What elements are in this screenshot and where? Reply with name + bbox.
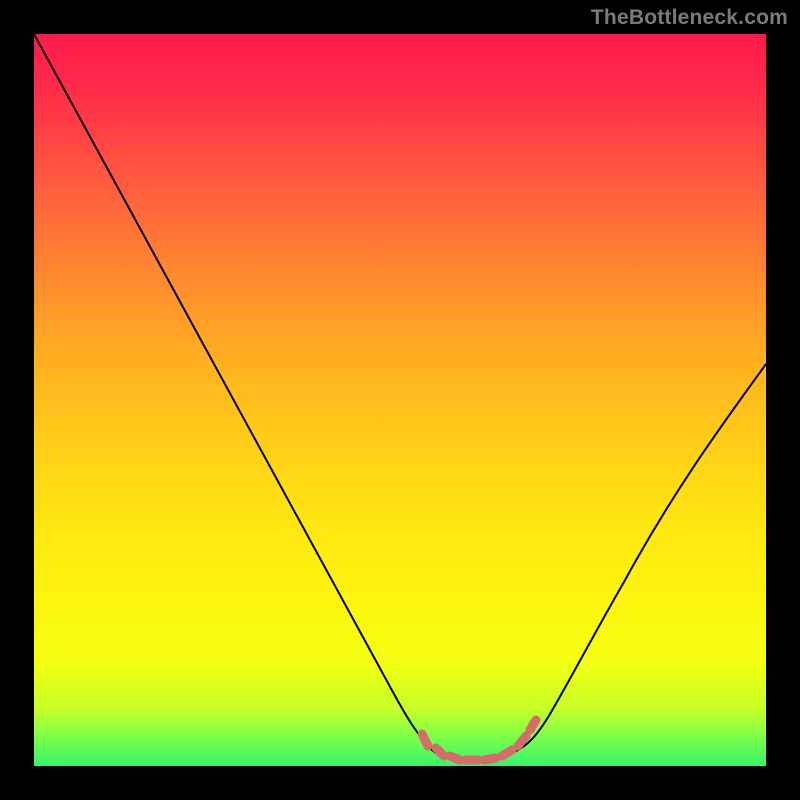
- chart-frame: TheBottleneck.com: [0, 0, 800, 800]
- watermark-label: TheBottleneck.com: [591, 6, 788, 30]
- plot-area: [34, 34, 766, 766]
- heat-gradient: [34, 34, 766, 766]
